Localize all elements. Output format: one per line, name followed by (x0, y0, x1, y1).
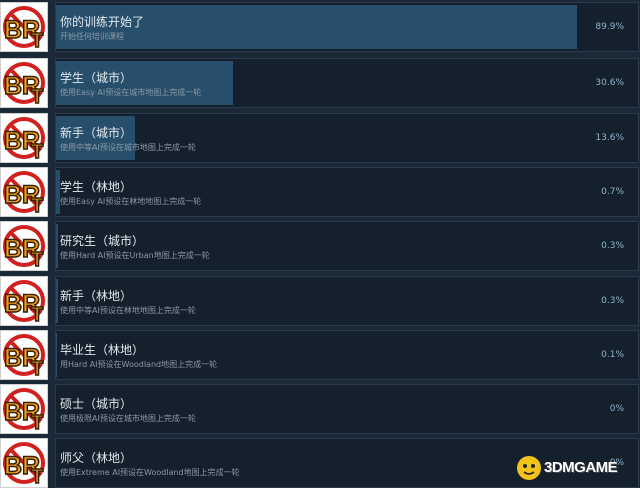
achievement-percent: 0.3% (601, 241, 624, 251)
brt-logo-icon: BRT (1, 331, 47, 379)
progress-bar (56, 224, 58, 268)
achievement-description: 使用中等AI预设在林地地图上完成一轮 (60, 305, 196, 316)
svg-text:T: T (31, 304, 43, 325)
brt-logo-icon: BRT (1, 3, 47, 51)
brt-logo-icon: BRT (1, 277, 47, 325)
achievement-description: 使用极限AI预设在城市地图上完成一轮 (60, 413, 196, 424)
achievement-row: BRT 研究生（城市）使用Hard AI预设在Urban地图上完成一轮 0.3% (0, 221, 640, 271)
achievement-row: BRT 学生（林地）使用Easy AI预设在林地地图上完成一轮 0.7% (0, 167, 640, 217)
progress-bar (56, 333, 57, 377)
achievement-percent: 13.6% (595, 133, 624, 143)
svg-text:T: T (31, 466, 43, 487)
achievement-percent: 0.3% (601, 296, 624, 306)
brt-logo-icon: BRT (1, 439, 47, 487)
brt-logo-icon: BRT (1, 114, 47, 162)
watermark-mascot-icon (516, 455, 542, 481)
achievement-percent: 0.1% (601, 350, 624, 360)
brt-logo-icon: BRT (1, 168, 47, 216)
achievement-percent: 30.6% (595, 78, 624, 88)
achievement-panel: 学生（城市）使用Easy AI预设在城市地图上完成一轮 30.6% (55, 58, 639, 108)
brt-logo-icon: BRT (1, 222, 47, 270)
achievement-row: BRT 你的训练开始了开始任何培训课程 89.9% (0, 2, 640, 52)
achievement-icon: BRT (0, 384, 48, 434)
svg-text:T: T (31, 141, 43, 162)
achievement-title: 学生（城市） (60, 69, 132, 86)
achievement-description: 使用Extreme AI预设在Woodland地图上完成一轮 (60, 467, 240, 478)
achievement-icon: BRT (0, 330, 48, 380)
achievement-row: BRT 硕士（城市）使用极限AI预设在城市地图上完成一轮 0% (0, 384, 640, 434)
brt-logo-icon: BRT (1, 385, 47, 433)
achievement-title: 新手（城市） (60, 124, 132, 141)
svg-text:T: T (31, 195, 43, 216)
achievement-panel: 研究生（城市）使用Hard AI预设在Urban地图上完成一轮 0.3% (55, 221, 639, 271)
svg-text:T: T (31, 249, 43, 270)
watermark-text: 3DMGAME (544, 459, 617, 476)
achievement-icon: BRT (0, 167, 48, 217)
achievement-row: BRT 新手（城市）使用中等AI预设在城市地图上完成一轮 13.6% (0, 113, 640, 163)
svg-text:T: T (31, 86, 43, 107)
achievement-panel: 你的训练开始了开始任何培训课程 89.9% (55, 2, 639, 52)
achievement-icon: BRT (0, 58, 48, 108)
achievement-panel: 新手（林地）使用中等AI预设在林地地图上完成一轮 0.3% (55, 276, 639, 326)
achievement-description: 用Hard AI预设在Woodland地图上完成一轮 (60, 359, 217, 370)
achievement-percent: 0.7% (601, 187, 624, 197)
brt-logo-icon: BRT (1, 59, 47, 107)
achievement-row: BRT 毕业生（林地）用Hard AI预设在Woodland地图上完成一轮 0.1% (0, 330, 640, 380)
progress-bar (56, 279, 58, 323)
achievement-list: BRT你的训练开始了开始任何培训课程89.9%BRT学生（城市）使用Easy A… (0, 0, 640, 485)
achievement-description: 使用Easy AI预设在城市地图上完成一轮 (60, 87, 201, 98)
achievement-icon: BRT (0, 276, 48, 326)
achievement-panel: 新手（城市）使用中等AI预设在城市地图上完成一轮 13.6% (55, 113, 639, 163)
svg-text:T: T (31, 358, 43, 379)
achievement-description: 使用Easy AI预设在林地地图上完成一轮 (60, 196, 201, 207)
achievement-title: 学生（林地） (60, 178, 132, 195)
achievement-row: BRT 新手（林地）使用中等AI预设在林地地图上完成一轮 0.3% (0, 276, 640, 326)
achievement-panel: 毕业生（林地）用Hard AI预设在Woodland地图上完成一轮 0.1% (55, 330, 639, 380)
achievement-description: 使用中等AI预设在城市地图上完成一轮 (60, 142, 196, 153)
achievement-title: 你的训练开始了 (60, 13, 144, 30)
achievement-icon: BRT (0, 2, 48, 52)
achievement-description: 使用Hard AI预设在Urban地图上完成一轮 (60, 250, 210, 261)
achievement-description: 开始任何培训课程 (60, 31, 124, 42)
watermark: 3DMGAME (516, 455, 634, 481)
svg-text:T: T (31, 412, 43, 433)
achievement-panel: 硕士（城市）使用极限AI预设在城市地图上完成一轮 0% (55, 384, 639, 434)
achievement-icon: BRT (0, 113, 48, 163)
achievement-icon: BRT (0, 221, 48, 271)
svg-text:T: T (31, 30, 43, 51)
achievement-percent: 0% (610, 404, 624, 414)
achievement-panel: 学生（林地）使用Easy AI预设在林地地图上完成一轮 0.7% (55, 167, 639, 217)
achievement-icon: BRT (0, 438, 48, 488)
achievement-percent: 89.9% (595, 22, 624, 32)
achievement-title: 毕业生（林地） (60, 341, 144, 358)
achievement-title: 硕士（城市） (60, 395, 132, 412)
achievement-title: 研究生（城市） (60, 232, 144, 249)
achievement-title: 师父（林地） (60, 449, 132, 466)
achievement-row: BRT 学生（城市）使用Easy AI预设在城市地图上完成一轮 30.6% (0, 58, 640, 108)
achievement-title: 新手（林地） (60, 287, 132, 304)
